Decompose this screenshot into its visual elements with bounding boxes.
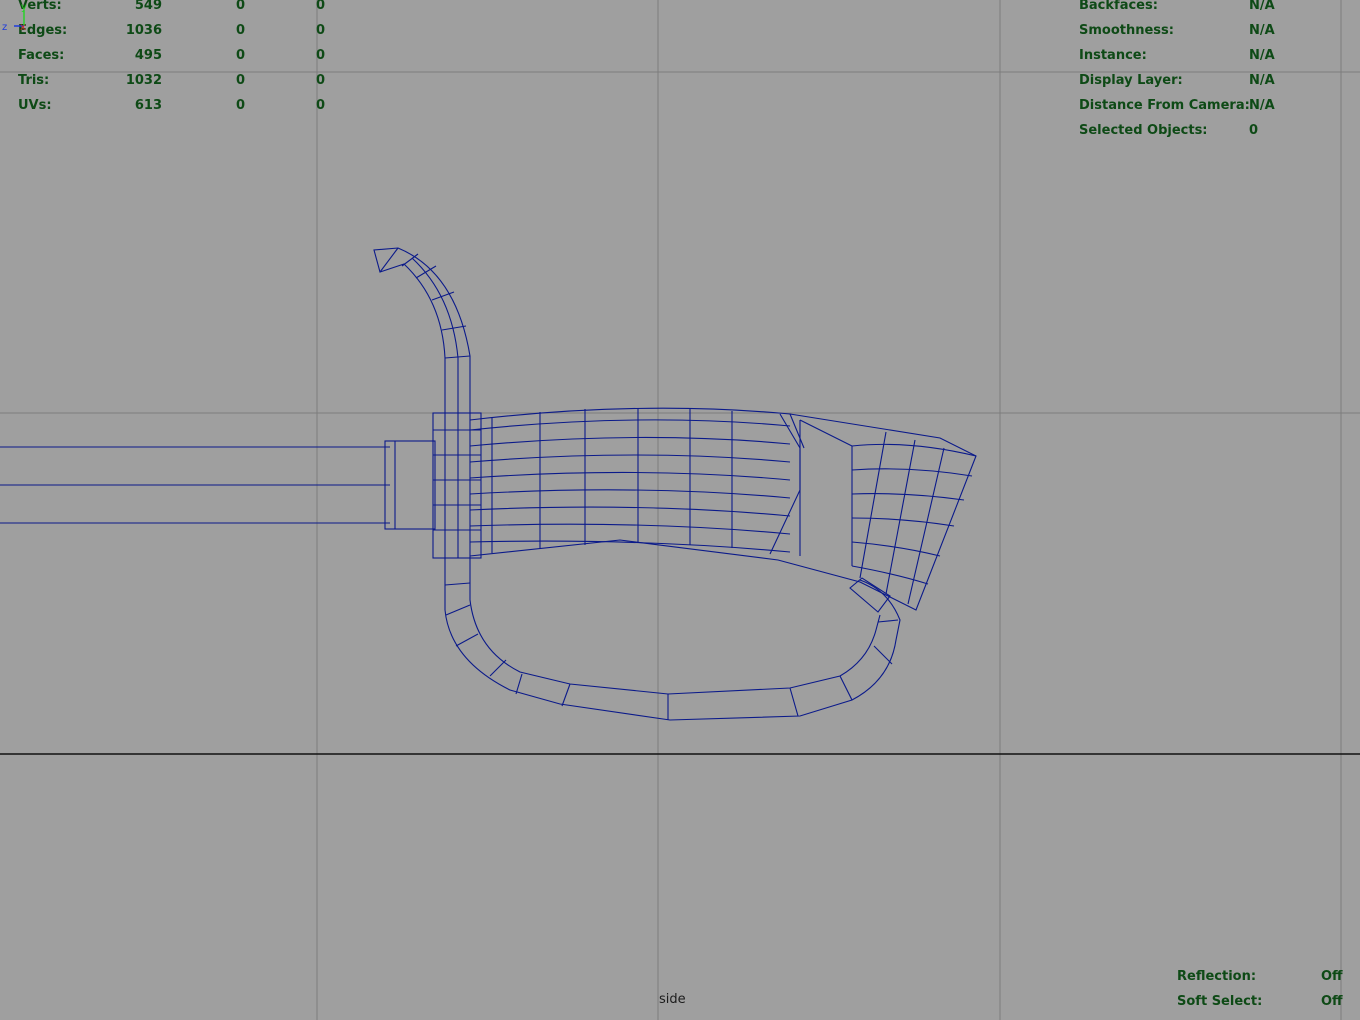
hud-value-component: 0 (316, 98, 326, 113)
hud-label: Smoothness: (1079, 23, 1174, 38)
hud-value: Off (1321, 994, 1343, 1009)
grid (0, 0, 1360, 1020)
hud-row-selected-objects: Selected Objects: 0 (1079, 118, 1359, 143)
hud-label: Selected Objects: (1079, 123, 1208, 138)
hud-value-component: 0 (316, 0, 326, 13)
hud-row-distance-from-camera: Distance From Camera: N/A (1079, 93, 1359, 118)
hud-value-component: 0 (316, 73, 326, 88)
hud-row-faces: Faces: 495 0 0 (18, 43, 358, 68)
hud-value-selected: 0 (236, 48, 246, 63)
axis-z-label: z (2, 22, 7, 33)
hud-label: Display Layer: (1079, 73, 1183, 88)
hud-value-object: 1036 (125, 23, 162, 38)
hud-label: Instance: (1079, 48, 1147, 63)
hud-row-soft-select: Soft Select: Off (1177, 989, 1357, 1014)
hud-row-tris: Tris: 1032 0 0 (18, 68, 358, 93)
hud-row-smoothness: Smoothness: N/A (1079, 18, 1359, 43)
wireframe-mesh[interactable] (0, 247, 977, 721)
hud-label: Tris: (18, 73, 50, 88)
hud-row-display-layer: Display Layer: N/A (1079, 68, 1359, 93)
hud-value-component: 0 (316, 23, 326, 38)
hud-row-edges: Edges: 1036 0 0 (18, 18, 358, 43)
hud-row-reflection: Reflection: Off (1177, 964, 1357, 989)
hud-label: Backfaces: (1079, 0, 1158, 13)
hud-value: N/A (1249, 0, 1275, 13)
hud-label: Faces: (18, 48, 65, 63)
scene-canvas[interactable] (0, 0, 1360, 1020)
symmetry-hud: Reflection: Off Soft Select: Off (1177, 964, 1357, 1014)
hud-value: N/A (1249, 48, 1275, 63)
hud-value-object: 613 (134, 98, 162, 113)
hud-value: Off (1321, 969, 1343, 984)
axis-indicator-icon: y z x (2, 2, 27, 33)
hud-label: Distance From Camera: (1079, 98, 1250, 113)
hud-value: N/A (1249, 73, 1275, 88)
hud-value-object: 1032 (125, 73, 162, 88)
hud-value-selected: 0 (236, 98, 246, 113)
hud-label: Reflection: (1177, 969, 1257, 984)
poly-count-hud: Verts: 549 0 0 Edges: 1036 0 0 Faces: 49… (18, 0, 358, 118)
hud-row-verts: Verts: 549 0 0 (18, 0, 358, 18)
hud-value-selected: 0 (236, 23, 246, 38)
hud-value: N/A (1249, 98, 1275, 113)
hud-value: N/A (1249, 23, 1275, 38)
camera-view-label: side (659, 992, 686, 1007)
axis-y-label: y (21, 2, 27, 13)
axis-x-label: x (20, 22, 26, 33)
hud-value-selected: 0 (236, 73, 246, 88)
hud-row-backfaces: Backfaces: N/A (1079, 0, 1359, 18)
hud-value-selected: 0 (236, 0, 246, 13)
hud-row-instance: Instance: N/A (1079, 43, 1359, 68)
hud-value-object: 549 (134, 0, 162, 13)
object-details-hud: Backfaces: N/A Smoothness: N/A Instance:… (1079, 0, 1359, 143)
hud-label: Soft Select: (1177, 994, 1263, 1009)
hud-label: UVs: (18, 98, 52, 113)
hud-row-uvs: UVs: 613 0 0 (18, 93, 358, 118)
hud-value-object: 495 (134, 48, 162, 63)
viewport-side[interactable]: Verts: 549 0 0 Edges: 1036 0 0 Faces: 49… (0, 0, 1360, 1020)
hud-value-component: 0 (316, 48, 326, 63)
hud-value: 0 (1249, 123, 1259, 138)
